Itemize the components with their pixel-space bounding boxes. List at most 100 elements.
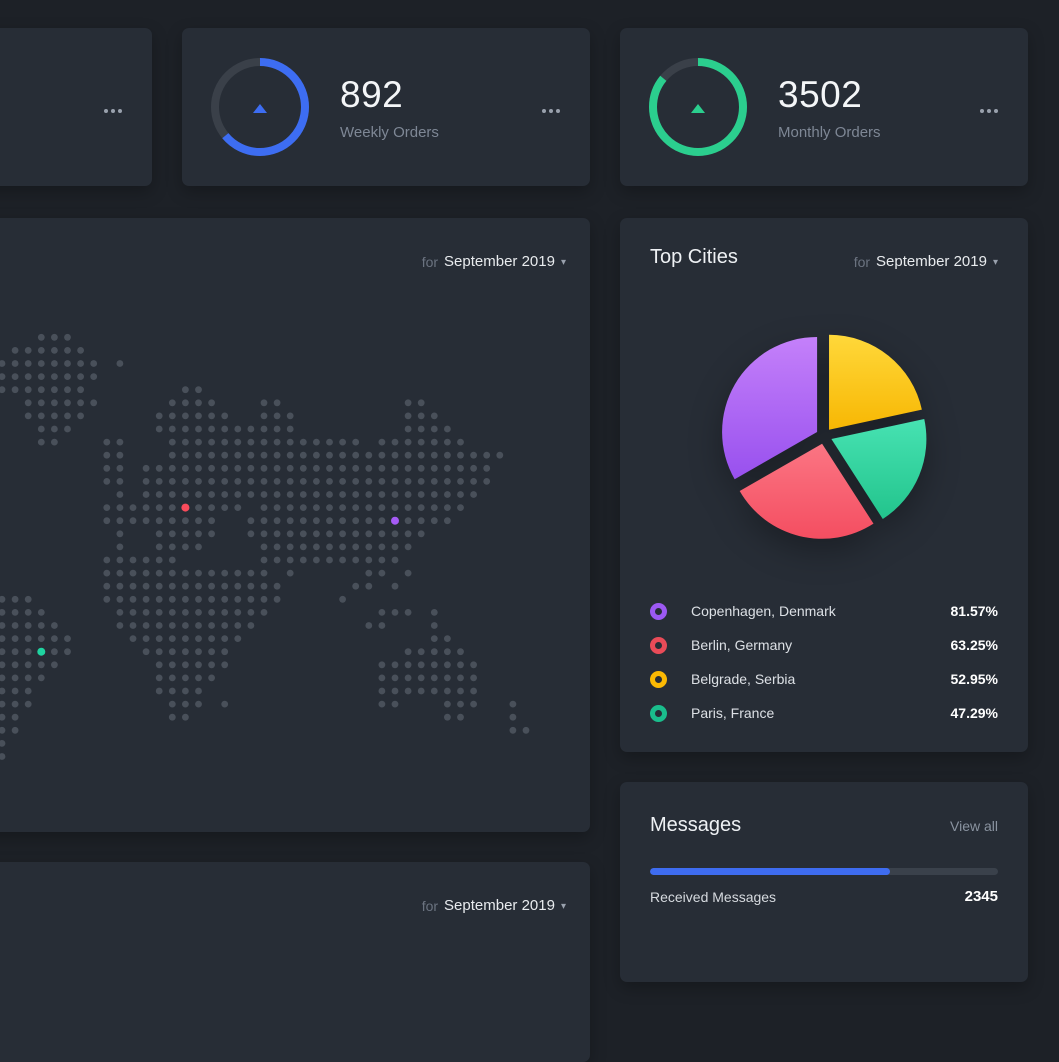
more-menu-icon[interactable]	[100, 105, 126, 117]
map-dot	[352, 530, 359, 537]
map-dot	[431, 413, 438, 420]
map-dot	[169, 661, 176, 668]
map-dot	[208, 570, 215, 577]
map-dot	[234, 478, 241, 485]
map-dot	[379, 570, 386, 577]
map-dot	[379, 517, 386, 524]
map-dot	[51, 386, 58, 393]
map-dot	[182, 530, 189, 537]
map-period-dropdown[interactable]: for September 2019 ▾	[422, 253, 566, 270]
map-dot	[130, 596, 137, 603]
map-dot	[208, 491, 215, 498]
view-all-link[interactable]: View all	[950, 818, 998, 834]
map-dot	[313, 504, 320, 511]
map-dot	[12, 373, 19, 380]
map-dot	[444, 426, 451, 433]
map-dot	[221, 583, 228, 590]
weekly-orders-value: 892	[340, 74, 439, 116]
map-dot	[248, 491, 255, 498]
map-dot	[274, 491, 281, 498]
map-dot	[156, 688, 163, 695]
map-dot	[274, 517, 281, 524]
map-dot	[510, 701, 517, 708]
map-dot	[234, 452, 241, 459]
map-dot	[195, 596, 202, 603]
map-dot	[117, 609, 124, 616]
map-dot	[352, 439, 359, 446]
map-dot	[365, 622, 372, 629]
map-dot	[143, 504, 150, 511]
map-dot	[117, 452, 124, 459]
map-dot	[457, 661, 464, 668]
map-dot	[0, 386, 5, 393]
map-dot	[221, 426, 228, 433]
map-dot	[103, 570, 110, 577]
map-dot	[38, 373, 45, 380]
map-dot	[195, 504, 202, 511]
more-menu-icon[interactable]	[976, 105, 1002, 117]
monthly-orders-value: 3502	[778, 74, 881, 116]
map-dot	[392, 688, 399, 695]
map-dot	[195, 622, 202, 629]
map-dot	[143, 517, 150, 524]
map-dot	[38, 347, 45, 354]
map-dot	[287, 504, 294, 511]
map-dot	[103, 596, 110, 603]
map-dot	[470, 465, 477, 472]
map-dot	[248, 517, 255, 524]
legend-row-berlin[interactable]: Berlin, Germany 63.25%	[650, 628, 998, 662]
map-dot	[405, 491, 412, 498]
map-dot	[12, 622, 19, 629]
map-marker[interactable]	[181, 504, 189, 512]
map-dot	[405, 661, 412, 668]
map-marker[interactable]	[37, 648, 45, 656]
map-dot	[392, 701, 399, 708]
map-dot	[339, 557, 346, 564]
map-dot	[457, 504, 464, 511]
map-dot	[117, 583, 124, 590]
map-dot	[418, 413, 425, 420]
map-dot	[182, 544, 189, 551]
map-dot	[405, 675, 412, 682]
chevron-down-icon: ▾	[561, 901, 566, 912]
map-dot	[156, 570, 163, 577]
map-dot	[287, 517, 294, 524]
map-dot	[444, 517, 451, 524]
map-dot	[77, 360, 84, 367]
pie-slice-belgrade[interactable]	[829, 335, 922, 430]
bottom-period-dropdown[interactable]: for September 2019 ▾	[422, 897, 566, 914]
legend-row-belgrade[interactable]: Belgrade, Serbia 52.95%	[650, 662, 998, 696]
map-dot	[457, 688, 464, 695]
legend-row-copenhagen[interactable]: Copenhagen, Denmark 81.57%	[650, 594, 998, 628]
map-dot	[25, 701, 32, 708]
map-dot	[405, 465, 412, 472]
map-dot	[182, 413, 189, 420]
map-dot	[221, 635, 228, 642]
map-dot	[261, 557, 268, 564]
map-dot	[195, 648, 202, 655]
map-dot	[300, 491, 307, 498]
map-marker[interactable]	[391, 517, 399, 525]
map-dot	[25, 622, 32, 629]
map-dot	[274, 439, 281, 446]
map-dot	[90, 399, 97, 406]
legend-row-paris[interactable]: Paris, France 47.29%	[650, 696, 998, 730]
map-dot	[287, 452, 294, 459]
map-dot	[444, 635, 451, 642]
map-dot	[379, 675, 386, 682]
map-dot	[457, 465, 464, 472]
map-dot	[431, 609, 438, 616]
map-dot	[156, 675, 163, 682]
map-dot	[208, 675, 215, 682]
map-dot	[64, 360, 71, 367]
map-dot	[169, 714, 176, 721]
map-dot	[90, 373, 97, 380]
map-dot	[182, 701, 189, 708]
map-dot	[182, 635, 189, 642]
map-dot	[274, 426, 281, 433]
map-dot	[339, 544, 346, 551]
map-dot	[339, 530, 346, 537]
cities-period-dropdown[interactable]: for September 2019 ▾	[854, 253, 998, 270]
more-menu-icon[interactable]	[538, 105, 564, 117]
map-dot	[77, 373, 84, 380]
